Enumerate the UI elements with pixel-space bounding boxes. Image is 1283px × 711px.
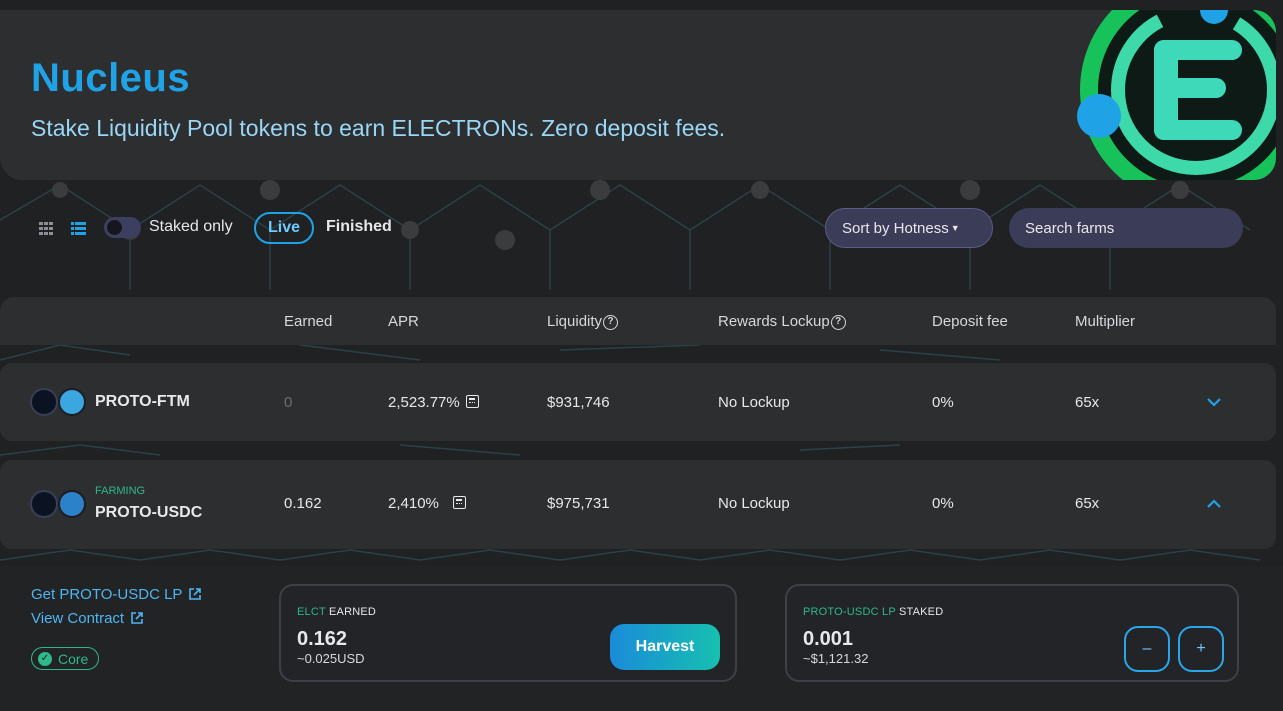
pair-name: PROTO-USDC bbox=[95, 504, 203, 521]
staked-card-title: PROTO-USDC LP STAKED bbox=[803, 606, 943, 618]
check-circle-icon: ✓ bbox=[38, 651, 52, 666]
column-deposit-fee: Deposit fee bbox=[932, 313, 1008, 330]
stake-plus-button[interactable]: + bbox=[1178, 626, 1224, 672]
earned-amount: 0.162 bbox=[297, 628, 348, 650]
view-contract-link[interactable]: View Contract bbox=[31, 610, 144, 627]
farming-badge: FARMING bbox=[95, 485, 146, 497]
deposit-fee-value: 0% bbox=[932, 495, 954, 512]
pair-name: PROTO-FTM bbox=[95, 393, 190, 410]
tab-live[interactable]: Live bbox=[254, 212, 314, 244]
earned-usd: ~0.025USD bbox=[297, 651, 365, 666]
search-input[interactable] bbox=[1009, 208, 1243, 248]
usdc-token-icon bbox=[58, 490, 86, 518]
lockup-value: No Lockup bbox=[718, 394, 790, 411]
earned-card-title: ELCT EARNED bbox=[297, 606, 376, 618]
toggle-knob bbox=[107, 220, 122, 235]
column-apr: APR bbox=[388, 313, 419, 330]
earned-token: ELCT bbox=[297, 606, 326, 618]
get-lp-link-label: Get PROTO-USDC LP bbox=[31, 586, 183, 603]
proto-token-icon bbox=[30, 490, 58, 518]
deposit-fee-value: 0% bbox=[932, 394, 954, 411]
external-link-icon bbox=[189, 588, 202, 600]
earned-card: ELCT EARNED 0.162 ~0.025USD Harvest bbox=[279, 584, 737, 682]
column-liquidity: Liquidity? bbox=[547, 313, 619, 330]
caret-down-icon: ▼ bbox=[950, 223, 960, 233]
proto-token-icon bbox=[30, 388, 58, 416]
chevron-down-icon[interactable] bbox=[1206, 397, 1222, 407]
chevron-up-icon[interactable] bbox=[1206, 499, 1222, 509]
earned-value: 0 bbox=[284, 394, 293, 411]
help-icon[interactable]: ? bbox=[603, 315, 619, 330]
lockup-value: No Lockup bbox=[718, 495, 790, 512]
staked-usd: ~$1,121.32 bbox=[803, 651, 869, 666]
get-lp-link[interactable]: Get PROTO-USDC LP bbox=[31, 586, 202, 603]
liquidity-value: $975,731 bbox=[547, 495, 610, 512]
token-pair-icons bbox=[30, 388, 90, 416]
harvest-button[interactable]: Harvest bbox=[610, 624, 720, 670]
apr-value: 2,410% bbox=[388, 495, 466, 512]
table-row[interactable]: FARMING PROTO-USDC 0.162 2,410% $975,731… bbox=[0, 460, 1276, 549]
staked-amount: 0.001 bbox=[803, 628, 854, 650]
core-badge-label: Core bbox=[58, 650, 89, 667]
external-link-icon bbox=[131, 612, 143, 624]
earned-value: 0.162 bbox=[284, 495, 322, 512]
electron-logo-icon bbox=[1077, 10, 1276, 180]
help-icon[interactable]: ? bbox=[830, 315, 846, 330]
staked-only-toggle[interactable] bbox=[104, 217, 141, 238]
view-contract-link-label: View Contract bbox=[31, 610, 125, 627]
multiplier-value: 65x bbox=[1075, 394, 1100, 411]
token-pair-icons bbox=[30, 490, 90, 518]
table-row[interactable]: PROTO-FTM 0 2,523.77% $931,746 No Lockup… bbox=[0, 363, 1276, 441]
ftm-token-icon bbox=[58, 388, 86, 416]
staked-card: PROTO-USDC LP STAKED 0.001 ~$1,121.32 – … bbox=[785, 584, 1239, 682]
page-subtitle: Stake Liquidity Pool tokens to earn ELEC… bbox=[31, 115, 726, 141]
page-banner: Nucleus Stake Liquidity Pool tokens to e… bbox=[0, 10, 1276, 180]
unstake-minus-button[interactable]: – bbox=[1124, 626, 1170, 672]
farm-details-panel: Get PROTO-USDC LP View Contract ✓ Core E… bbox=[0, 566, 1283, 711]
earned-label: EARNED bbox=[329, 606, 377, 618]
tab-finished[interactable]: Finished bbox=[326, 218, 392, 236]
table-header: Earned APR Liquidity? Rewards Lockup? De… bbox=[0, 297, 1276, 345]
staked-only-label: Staked only bbox=[149, 218, 233, 235]
calculator-icon[interactable] bbox=[452, 496, 466, 509]
list-view-icon[interactable] bbox=[71, 221, 87, 235]
sort-dropdown[interactable]: Sort by Hotness ▼ bbox=[825, 208, 993, 248]
sort-label: Sort by Hotness bbox=[842, 219, 949, 237]
column-multiplier: Multiplier bbox=[1075, 313, 1136, 330]
liquidity-value: $931,746 bbox=[547, 394, 610, 411]
column-liquidity-label: Liquidity bbox=[547, 313, 603, 330]
staked-token: PROTO-USDC LP bbox=[803, 606, 896, 618]
column-rewards-lockup-label: Rewards Lockup bbox=[718, 313, 830, 330]
column-rewards-lockup: Rewards Lockup? bbox=[718, 313, 846, 330]
page-title: Nucleus bbox=[31, 56, 191, 100]
grid-view-icon[interactable] bbox=[39, 221, 55, 235]
staked-label: STAKED bbox=[898, 606, 944, 618]
column-earned: Earned bbox=[284, 313, 333, 330]
apr-value: 2,523.77% bbox=[388, 394, 479, 411]
apr-text: 2,523.77% bbox=[388, 394, 460, 411]
apr-text: 2,410% bbox=[388, 495, 439, 512]
core-badge: ✓ Core bbox=[31, 647, 99, 670]
multiplier-value: 65x bbox=[1075, 495, 1100, 512]
calculator-icon[interactable] bbox=[465, 395, 479, 408]
